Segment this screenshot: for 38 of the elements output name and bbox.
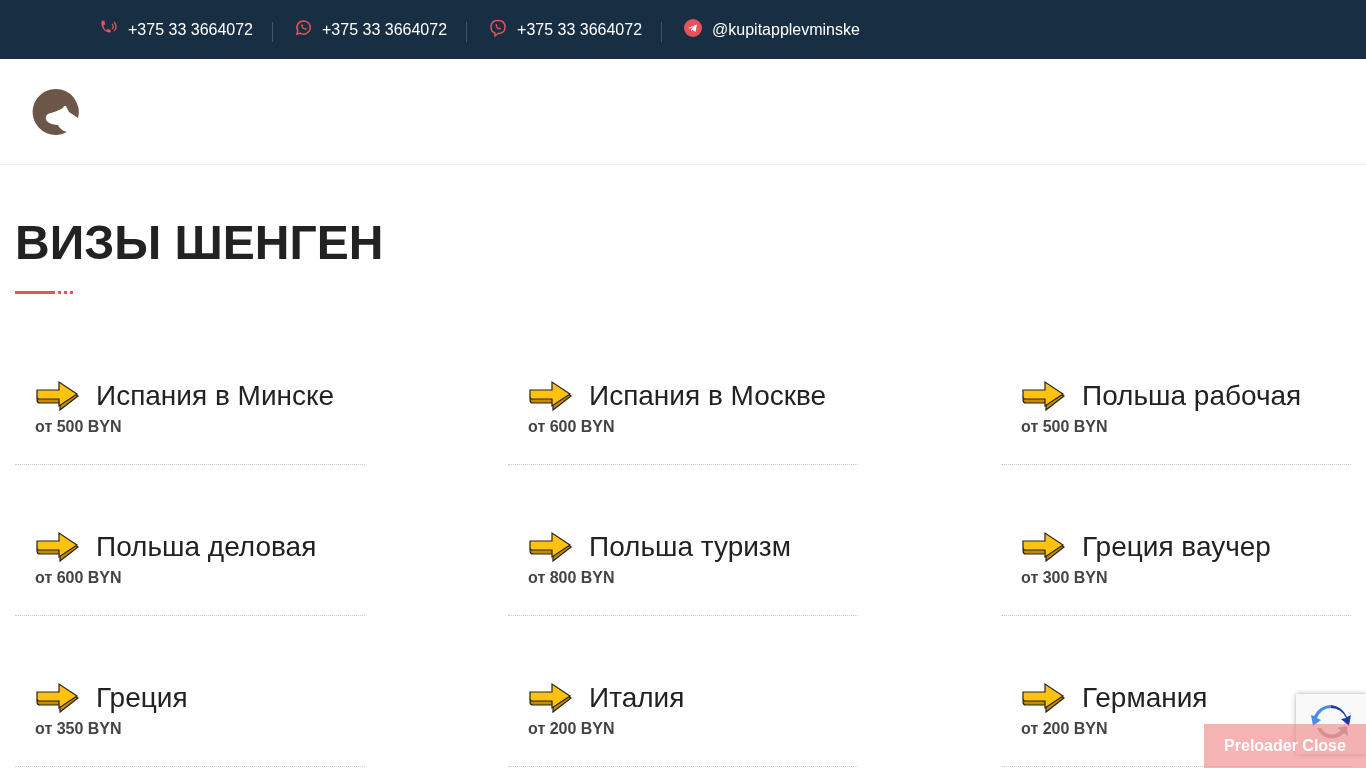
contact-text[interactable]: @kupitapplevminske [712, 20, 860, 39]
recaptcha-badge[interactable] [1296, 694, 1366, 754]
visa-title[interactable]: Испания в Минске [96, 380, 335, 412]
contact-text[interactable]: +375 33 3664072 [517, 20, 643, 39]
arrow-icon [35, 531, 81, 563]
visa-title[interactable]: Италия [589, 682, 685, 714]
contact-text[interactable]: +375 33 3664072 [128, 20, 253, 39]
arrow-icon [528, 380, 574, 412]
arrow-icon [1021, 682, 1067, 714]
page-title: ВИЗЫ ШЕНГЕН [15, 215, 385, 271]
arrow-icon [528, 531, 574, 563]
visa-title[interactable]: Германия [1082, 682, 1208, 714]
visa-price: от 200 BYN [528, 720, 616, 738]
visa-title[interactable]: Испания в Москве [589, 380, 827, 412]
visa-price: от 300 BYN [1021, 569, 1109, 587]
arrow-icon [35, 380, 81, 412]
visa-price: от 800 BYN [528, 569, 616, 587]
visa-title[interactable]: Греция [96, 682, 188, 714]
contact-text[interactable]: +375 33 3664072 [322, 20, 448, 39]
visa-title[interactable]: Польша рабочая [1082, 380, 1302, 412]
arrow-icon [528, 682, 574, 714]
title-underline [15, 291, 75, 295]
visa-price: от 350 BYN [35, 720, 123, 738]
viber-icon [489, 18, 508, 37]
visa-title[interactable]: Греция ваучер [1082, 531, 1271, 563]
visa-title[interactable]: Польша туризм [589, 531, 791, 563]
visa-price: от 500 BYN [35, 418, 123, 436]
logo-icon[interactable] [31, 87, 79, 136]
visa-title[interactable]: Польша деловая [96, 531, 317, 563]
visa-price: от 600 BYN [528, 418, 616, 436]
telegram-icon [684, 18, 703, 37]
visa-price: от 500 BYN [1021, 418, 1109, 436]
arrow-icon [1021, 531, 1067, 563]
visa-price: от 600 BYN [35, 569, 123, 587]
arrow-icon [1021, 380, 1067, 412]
arrow-icon [35, 682, 81, 714]
whatsapp-icon [295, 19, 312, 36]
visa-price: от 200 BYN [1021, 720, 1109, 738]
